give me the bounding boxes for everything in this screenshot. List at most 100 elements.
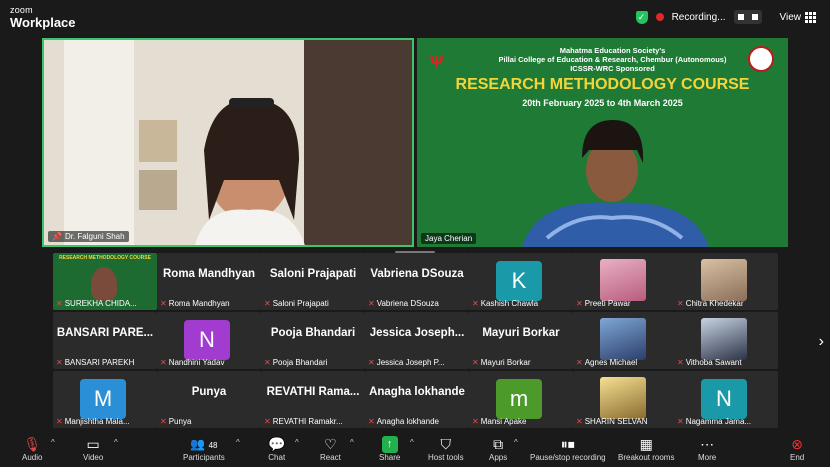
- breakout-rooms-button[interactable]: ▦ Breakout rooms: [618, 430, 674, 467]
- muted-mic-icon: ✕: [56, 417, 63, 426]
- participant-name: Mansi Apake: [480, 417, 527, 426]
- participant-name: Preeti Pawar: [584, 299, 631, 308]
- participant-tile[interactable]: ✕ Vithoba Sawant: [674, 312, 778, 369]
- speaker-name: Dr. Falguni Shah: [64, 232, 125, 241]
- react-button[interactable]: ♡ React: [320, 430, 341, 467]
- participants-options-caret-icon[interactable]: ^: [236, 438, 240, 447]
- participant-tile[interactable]: Vabriena DSouza ✕ Vabriena DSouza: [365, 253, 469, 310]
- video-button[interactable]: ▭ Video: [83, 430, 103, 467]
- view-label: View: [779, 11, 802, 23]
- participant-name: Jessica Joseph P...: [376, 358, 445, 367]
- video-tile-jaya[interactable]: Ѱ Mahatma Education Society's Pillai Col…: [417, 38, 788, 247]
- participant-name: REVATHI Ramakr...: [272, 417, 343, 426]
- pause-icon[interactable]: [737, 14, 744, 20]
- participant-tile[interactable]: Pooja Bhandari ✕ Pooja Bhandari: [261, 312, 365, 369]
- participant-tile[interactable]: M ✕ Manjishtha Mala...: [53, 371, 157, 428]
- recording-controls[interactable]: [733, 10, 762, 24]
- participant-tile[interactable]: ✕ Chitra Khedekar: [674, 253, 778, 310]
- participant-tile[interactable]: BANSARI PARE... ✕ BANSARI PAREKH: [53, 312, 157, 369]
- video-options-caret-icon[interactable]: ^: [114, 438, 118, 447]
- participant-tile[interactable]: N ✕ Nagamma Jama...: [674, 371, 778, 428]
- apps-icon: ⧉: [493, 435, 504, 452]
- share-options-caret-icon[interactable]: ^: [410, 438, 414, 447]
- stop-icon[interactable]: [751, 14, 758, 20]
- muted-mic-icon: ✕: [160, 299, 167, 308]
- speaker-name-label: Jaya Cherian: [421, 233, 477, 244]
- audio-options-caret-icon[interactable]: ^: [51, 438, 55, 447]
- participant-photo: [701, 318, 747, 360]
- avatar: M: [80, 379, 126, 419]
- participants-label: Participants: [183, 452, 225, 462]
- speaker-photo-2: [522, 120, 709, 247]
- host-tools-label: Host tools: [428, 452, 464, 462]
- participant-name: Mayuri Borkar: [480, 358, 531, 367]
- participant-name: SUREKHA CHIDA...: [64, 299, 137, 308]
- apps-options-caret-icon[interactable]: ^: [514, 438, 518, 447]
- meeting-toolbar: 🎙 Audio ^ ▭ Video ^ 👥 48 Participants ^ …: [0, 430, 830, 467]
- muted-mic-icon: ✕: [677, 299, 684, 308]
- security-shield-icon[interactable]: ✓: [635, 10, 648, 24]
- participant-photo: [600, 259, 646, 301]
- muted-mic-icon: ✕: [368, 299, 375, 308]
- participant-photo: [701, 259, 747, 301]
- muted-mic-icon: ✕: [160, 417, 167, 426]
- participant-tile[interactable]: Saloni Prajapati ✕ Saloni Prajapati: [261, 253, 365, 310]
- speaker-name-label: 📌 Dr. Falguni Shah: [48, 231, 129, 242]
- host-tools-button[interactable]: ⛉ Host tools: [428, 430, 464, 467]
- speaker-photo-1: [44, 40, 412, 245]
- participant-tile[interactable]: RESEARCH METHODOLOGY COURSE ✕ SUREKHA CHI…: [53, 253, 157, 310]
- participant-tile[interactable]: Roma Mandhyan ✕ Roma Mandhyan: [157, 253, 261, 310]
- pause-stop-recording-button[interactable]: ⏸⏹ Pause/stop recording: [530, 430, 606, 467]
- participant-tile[interactable]: Punya ✕ Punya: [157, 371, 261, 428]
- share-button[interactable]: ↑ Share: [379, 430, 400, 467]
- participant-display-name: Jessica Joseph...: [369, 327, 465, 339]
- apps-button[interactable]: ⧉ Apps: [489, 430, 507, 467]
- mini-banner: RESEARCH METHODOLOGY COURSE: [59, 255, 151, 261]
- next-page-chevron-icon[interactable]: ›: [819, 333, 824, 351]
- more-button[interactable]: ⋯ More: [698, 430, 716, 467]
- participant-name: Vabriena DSouza: [376, 299, 439, 308]
- react-options-caret-icon[interactable]: ^: [350, 438, 354, 447]
- participant-photo: [600, 318, 646, 360]
- participant-tile[interactable]: Anagha lokhande ✕ Anagha lokhande: [365, 371, 469, 428]
- video-tile-falguni[interactable]: 📌 Dr. Falguni Shah: [42, 38, 414, 247]
- react-label: React: [320, 452, 341, 462]
- participant-tile[interactable]: Jessica Joseph... ✕ Jessica Joseph P...: [365, 312, 469, 369]
- participant-tile[interactable]: N ✕ Nandhini Yadav: [157, 312, 261, 369]
- participant-name: Saloni Prajapati: [272, 299, 329, 308]
- audio-button[interactable]: 🎙 Audio: [22, 430, 42, 467]
- muted-mic-icon: ✕: [472, 358, 479, 367]
- participant-name: Roma Mandhyan: [168, 299, 230, 308]
- muted-mic-icon: ✕: [264, 299, 271, 308]
- heart-icon: ♡: [324, 435, 337, 452]
- grid-icon: [805, 11, 816, 23]
- participant-display-name: REVATHI Rama...: [266, 386, 360, 398]
- chat-button[interactable]: 💬 Chat: [268, 430, 285, 467]
- participant-display-name: Punya: [191, 386, 227, 398]
- more-label: More: [698, 452, 717, 462]
- avatar: K: [496, 261, 542, 301]
- muted-mic-icon: ✕: [576, 417, 583, 426]
- participant-gallery: RESEARCH METHODOLOGY COURSE ✕ SUREKHA CHI…: [53, 253, 778, 428]
- view-button[interactable]: View: [779, 11, 816, 23]
- participant-tile[interactable]: m ✕ Mansi Apake: [469, 371, 573, 428]
- participant-name: Agnes Michael: [584, 358, 638, 367]
- participants-button[interactable]: 👥 48 Participants: [183, 430, 225, 467]
- participant-tile[interactable]: Mayuri Borkar ✕ Mayuri Borkar: [469, 312, 573, 369]
- muted-mic-icon: ✕: [677, 358, 684, 367]
- muted-mic-icon: ✕: [368, 358, 375, 367]
- participant-display-name: Roma Mandhyan: [162, 268, 255, 280]
- participant-name: BANSARI PAREKH: [64, 358, 135, 367]
- participant-tile[interactable]: ✕ Agnes Michael: [573, 312, 677, 369]
- participant-tile[interactable]: ✕ SHARIN SELVAN: [573, 371, 677, 428]
- chat-options-caret-icon[interactable]: ^: [295, 438, 299, 447]
- end-meeting-button[interactable]: ⊗ End: [790, 430, 804, 467]
- participant-display-name: Saloni Prajapati: [269, 268, 357, 280]
- participant-tile[interactable]: REVATHI Rama... ✕ REVATHI Ramakr...: [261, 371, 365, 428]
- participant-tile[interactable]: ✕ Preeti Pawar: [573, 253, 677, 310]
- participant-tile[interactable]: K ✕ Kashish Chawla: [469, 253, 573, 310]
- participant-name: Nagamma Jama...: [685, 417, 752, 426]
- muted-mic-icon: ✕: [677, 417, 684, 426]
- participant-name: Manjishtha Mala...: [64, 417, 130, 426]
- chat-icon: 💬: [268, 435, 286, 452]
